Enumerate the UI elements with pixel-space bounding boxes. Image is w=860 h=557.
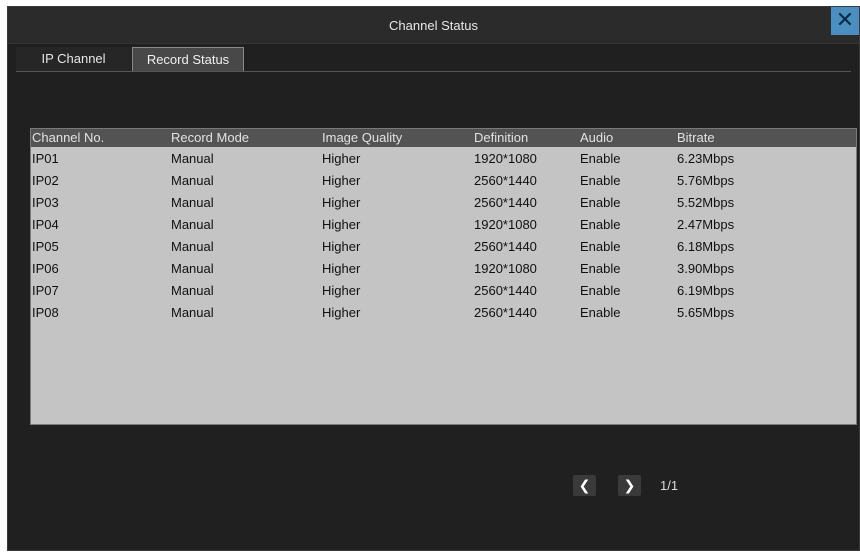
cell-record-mode: Manual <box>171 261 214 276</box>
cell-bitrate: 5.76Mbps <box>677 173 735 188</box>
cell-image-quality: Higher <box>322 305 361 320</box>
cell-definition: 1920*1080 <box>474 151 537 166</box>
cell-channel-no: IP08 <box>32 305 59 320</box>
next-page-button[interactable]: ❯ <box>618 475 641 496</box>
cell-bitrate: 6.19Mbps <box>677 283 735 298</box>
cell-image-quality: Higher <box>322 261 361 276</box>
close-button[interactable]: ✕ <box>831 7 859 35</box>
table-header: Channel No. Record Mode Image Quality De… <box>31 129 856 147</box>
cell-record-mode: Manual <box>171 173 214 188</box>
cell-bitrate: 6.18Mbps <box>677 239 735 254</box>
cell-image-quality: Higher <box>322 239 361 254</box>
channel-status-window: Channel Status ✕ IP Channel Record Statu… <box>7 6 860 551</box>
cell-record-mode: Manual <box>171 283 214 298</box>
column-header-bitrate: Bitrate <box>677 130 715 145</box>
table-row[interactable]: IP04 Manual Higher 1920*1080 Enable 2.47Mbps <box>31 214 856 236</box>
cell-audio: Enable <box>580 239 621 254</box>
cell-bitrate: 5.65Mbps <box>677 305 735 320</box>
column-header-image-quality: Image Quality <box>322 130 403 145</box>
cell-definition: 2560*1440 <box>474 305 537 320</box>
chevron-left-icon: ❮ <box>578 477 591 493</box>
record-status-table[interactable]: Channel No. Record Mode Image Quality De… <box>30 128 857 425</box>
window-title: Channel Status <box>389 18 478 33</box>
cell-channel-no: IP06 <box>32 261 59 276</box>
cell-image-quality: Higher <box>322 195 361 210</box>
cell-definition: 2560*1440 <box>474 195 537 210</box>
column-header-channel-no: Channel No. <box>32 130 105 145</box>
table-row[interactable]: IP05 Manual Higher 2560*1440 Enable 6.18Mbps <box>31 236 856 258</box>
table-row[interactable]: IP07 Manual Higher 2560*1440 Enable 6.19Mbps <box>31 280 856 302</box>
cell-channel-no: IP05 <box>32 239 59 254</box>
cell-audio: Enable <box>580 151 621 166</box>
cell-image-quality: Higher <box>322 283 361 298</box>
table-row[interactable]: IP02 Manual Higher 2560*1440 Enable 5.76Mbps <box>31 170 856 192</box>
cell-definition: 2560*1440 <box>474 283 537 298</box>
cell-record-mode: Manual <box>171 239 214 254</box>
cell-bitrate: 5.52Mbps <box>677 195 735 210</box>
cell-bitrate: 6.23Mbps <box>677 151 735 166</box>
cell-audio: Enable <box>580 195 621 210</box>
cell-record-mode: Manual <box>171 305 214 320</box>
cell-record-mode: Manual <box>171 151 214 166</box>
cell-audio: Enable <box>580 283 621 298</box>
table-row[interactable]: IP01 Manual Higher 1920*1080 Enable 6.23Mbps <box>31 148 856 170</box>
previous-page-button[interactable]: ❮ <box>573 475 596 496</box>
cell-image-quality: Higher <box>322 173 361 188</box>
cell-audio: Enable <box>580 217 621 232</box>
cell-channel-no: IP02 <box>32 173 59 188</box>
tab-ip-channel[interactable]: IP Channel <box>16 47 131 71</box>
cell-channel-no: IP07 <box>32 283 59 298</box>
cell-audio: Enable <box>580 305 621 320</box>
column-header-record-mode: Record Mode <box>171 130 250 145</box>
column-header-definition: Definition <box>474 130 529 145</box>
table-row[interactable]: IP03 Manual Higher 2560*1440 Enable 5.52Mbps <box>31 192 856 214</box>
table-row[interactable]: IP08 Manual Higher 2560*1440 Enable 5.65Mbps <box>31 302 856 324</box>
cell-bitrate: 3.90Mbps <box>677 261 735 276</box>
cell-audio: Enable <box>580 173 621 188</box>
cell-image-quality: Higher <box>322 151 361 166</box>
column-header-audio: Audio <box>580 130 614 145</box>
cell-record-mode: Manual <box>171 217 214 232</box>
cell-definition: 2560*1440 <box>474 239 537 254</box>
cell-definition: 1920*1080 <box>474 217 537 232</box>
cell-record-mode: Manual <box>171 195 214 210</box>
cell-audio: Enable <box>580 261 621 276</box>
tab-divider <box>16 71 851 72</box>
cell-bitrate: 2.47Mbps <box>677 217 735 232</box>
title-bar: Channel Status ✕ <box>8 7 859 44</box>
chevron-right-icon: ❯ <box>623 477 636 493</box>
cell-definition: 2560*1440 <box>474 173 537 188</box>
cell-channel-no: IP01 <box>32 151 59 166</box>
table-row[interactable]: IP06 Manual Higher 1920*1080 Enable 3.90Mbps <box>31 258 856 280</box>
cell-image-quality: Higher <box>322 217 361 232</box>
tab-record-status[interactable]: Record Status <box>132 47 244 71</box>
cell-channel-no: IP04 <box>32 217 59 232</box>
cell-definition: 1920*1080 <box>474 261 537 276</box>
page-indicator: 1/1 <box>660 478 679 493</box>
close-icon: ✕ <box>835 7 855 32</box>
cell-channel-no: IP03 <box>32 195 59 210</box>
